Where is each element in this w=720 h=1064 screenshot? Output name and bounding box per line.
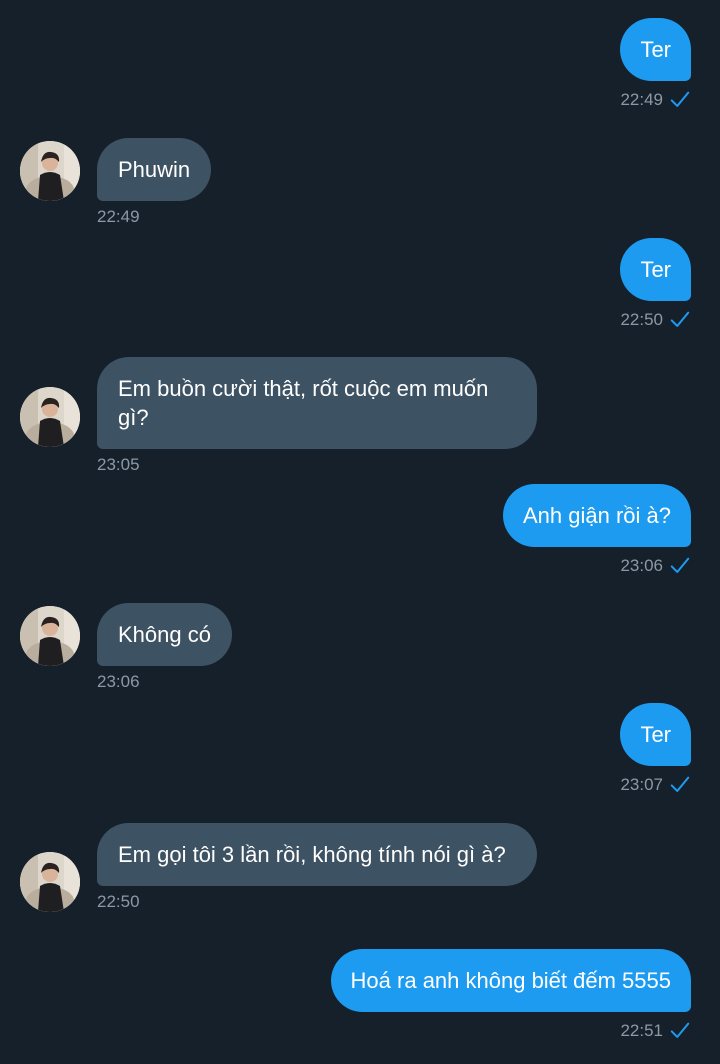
message-incoming[interactable]: Không có 23:06 bbox=[97, 603, 257, 692]
message-time: 22:50 bbox=[620, 310, 663, 329]
message-bubble[interactable]: Phuwin bbox=[97, 138, 212, 201]
message-bubble[interactable]: Em gọi tôi 3 lần rồi, không tính nói gì … bbox=[97, 823, 537, 886]
read-check-icon bbox=[670, 776, 690, 792]
message-time: 23:05 bbox=[97, 455, 140, 474]
message-bubble[interactable]: Ter bbox=[620, 18, 691, 81]
message-outgoing[interactable]: Hoá ra anh không biết đếm 5555 22:51 bbox=[330, 949, 691, 1042]
message-time: 22:51 bbox=[620, 1021, 663, 1040]
message-time: 22:50 bbox=[97, 892, 140, 911]
message-outgoing[interactable]: Ter 22:49 bbox=[620, 18, 691, 111]
message-time: 23:07 bbox=[620, 775, 663, 794]
message-meta: 22:49 bbox=[620, 89, 691, 111]
message-bubble[interactable]: Anh giận rồi à? bbox=[503, 484, 691, 547]
contact-avatar[interactable] bbox=[20, 852, 80, 912]
message-time: 22:49 bbox=[97, 207, 140, 226]
message-outgoing[interactable]: Ter 22:50 bbox=[620, 238, 691, 331]
message-bubble[interactable]: Hoá ra anh không biết đếm 5555 bbox=[330, 949, 691, 1012]
message-incoming[interactable]: Em buồn cười thật, rốt cuộc em muốn gì? … bbox=[97, 357, 537, 475]
message-time: 23:06 bbox=[620, 556, 663, 575]
avatar-photo bbox=[20, 606, 80, 666]
read-check-icon bbox=[670, 1022, 690, 1038]
contact-avatar[interactable] bbox=[20, 387, 80, 447]
avatar-photo bbox=[20, 141, 80, 201]
avatar-photo bbox=[20, 852, 80, 912]
message-bubble[interactable]: Không có bbox=[97, 603, 232, 666]
avatar-photo bbox=[20, 387, 80, 447]
message-time: 22:49 bbox=[620, 90, 663, 109]
read-check-icon bbox=[670, 91, 690, 107]
read-check-icon bbox=[670, 557, 690, 573]
message-outgoing[interactable]: Ter 23:07 bbox=[620, 703, 691, 796]
message-incoming[interactable]: Phuwin 22:49 bbox=[97, 138, 227, 227]
message-incoming[interactable]: Em gọi tôi 3 lần rồi, không tính nói gì … bbox=[97, 823, 537, 912]
message-meta: 23:06 bbox=[503, 555, 691, 577]
message-meta: 22:51 bbox=[331, 1020, 691, 1042]
message-meta: 22:50 bbox=[620, 309, 691, 331]
message-bubble[interactable]: Em buồn cười thật, rốt cuộc em muốn gì? bbox=[97, 357, 537, 449]
message-bubble[interactable]: Ter bbox=[620, 703, 691, 766]
read-check-icon bbox=[670, 311, 690, 327]
message-meta: 23:07 bbox=[620, 774, 691, 796]
message-bubble[interactable]: Ter bbox=[620, 238, 691, 301]
message-time: 23:06 bbox=[97, 672, 140, 691]
message-outgoing[interactable]: Anh giận rồi à? 23:06 bbox=[503, 484, 691, 577]
contact-avatar[interactable] bbox=[20, 606, 80, 666]
contact-avatar[interactable] bbox=[20, 141, 80, 201]
